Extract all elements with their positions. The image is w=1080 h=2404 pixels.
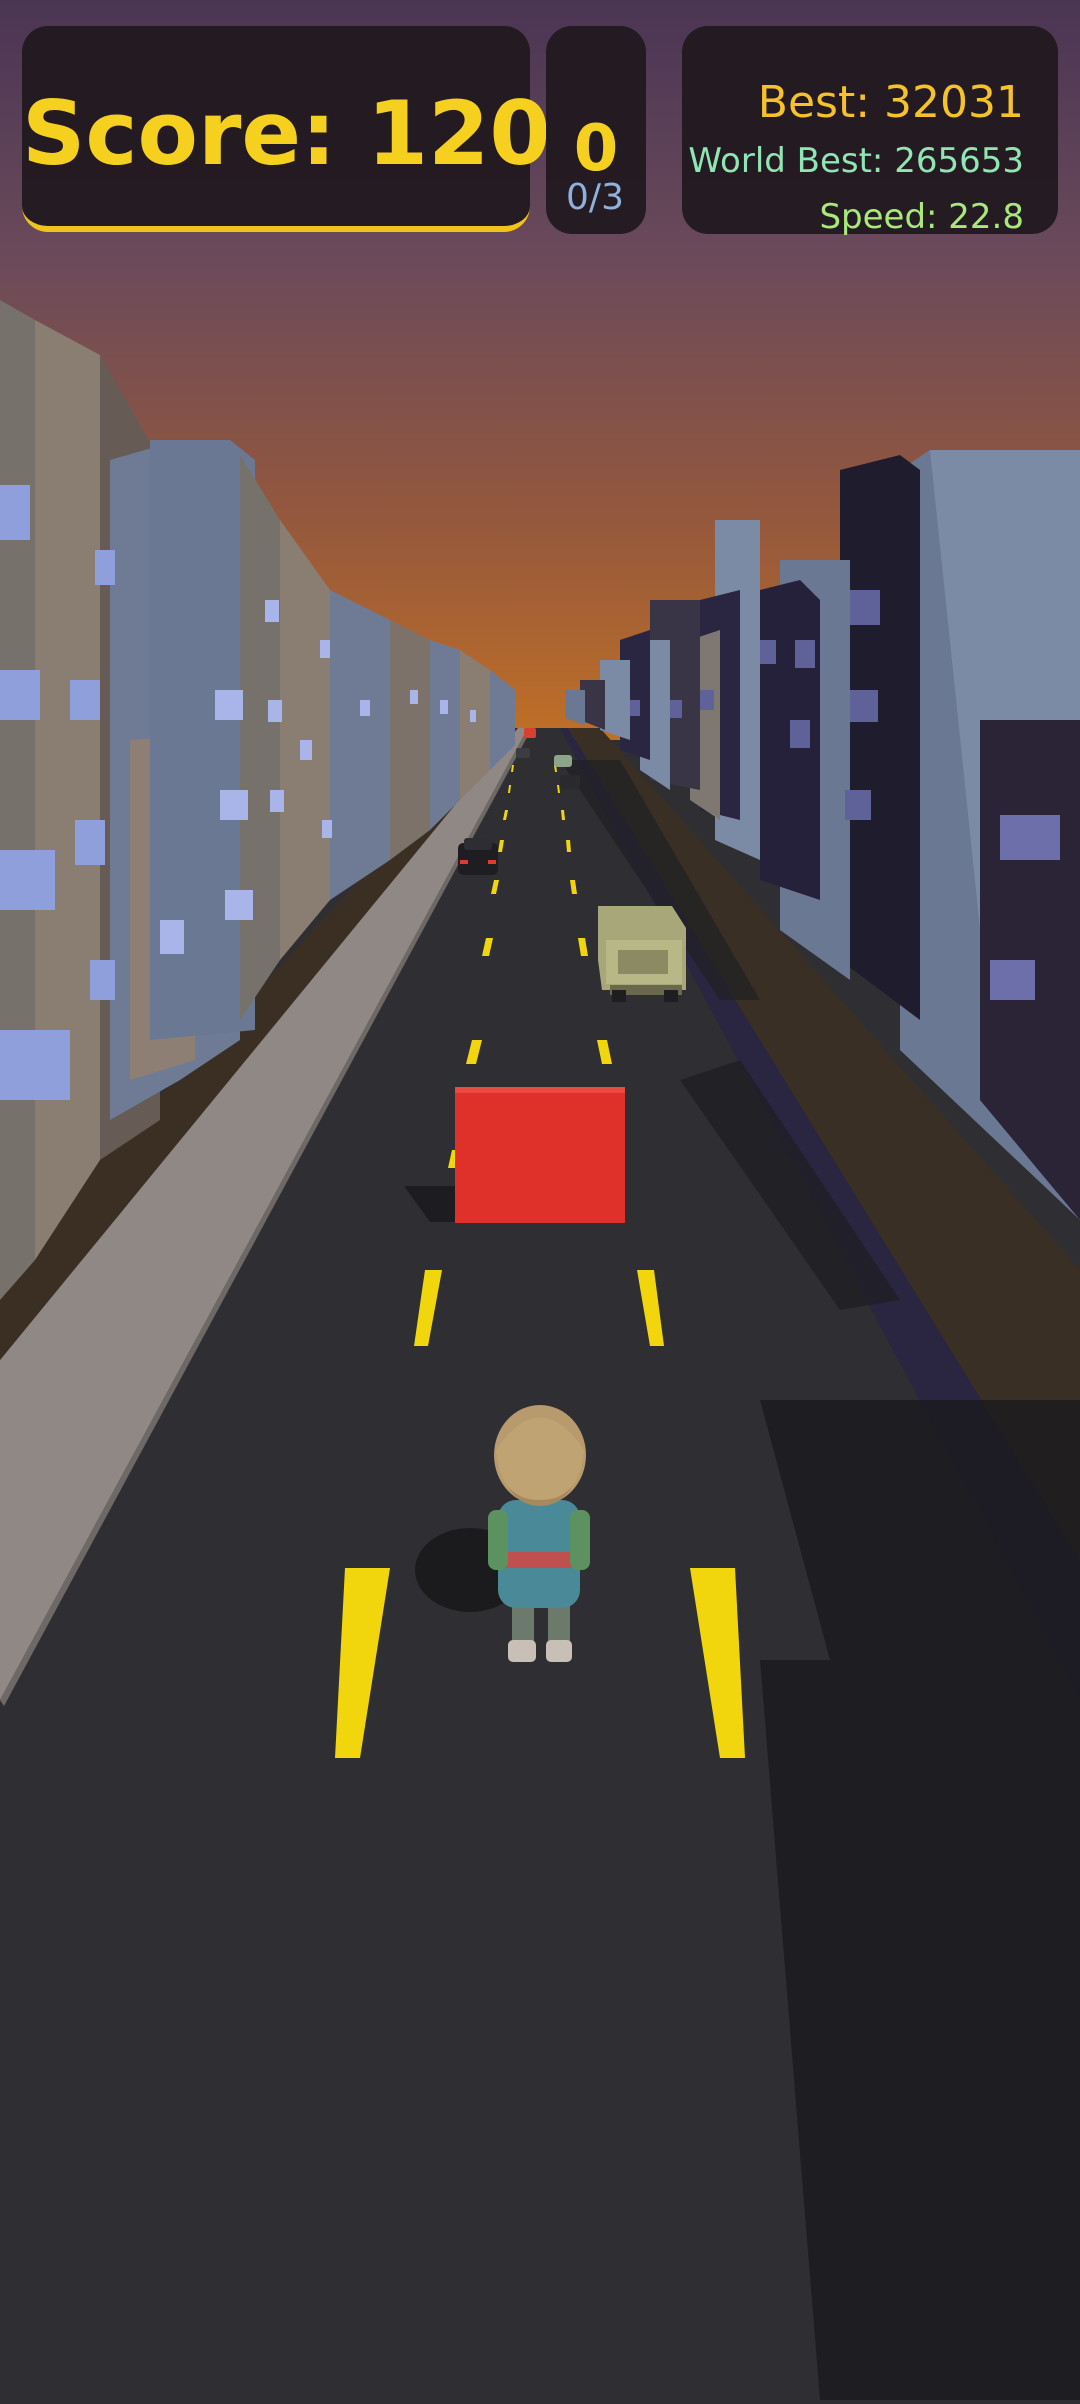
building-shadow xyxy=(760,1400,1080,2400)
stats-panel: Best: 32031 World Best: 265653 Speed: 22… xyxy=(682,26,1058,237)
car-black xyxy=(458,838,498,875)
coin-count: 0 xyxy=(573,112,619,186)
score-panel: Score: 120 xyxy=(22,26,551,232)
scene-background xyxy=(0,0,1080,2400)
world-best-text: World Best: 265653 xyxy=(688,141,1024,181)
speed-text: Speed: 22.8 xyxy=(819,197,1024,237)
obstacle-red-block xyxy=(455,1087,625,1223)
game-scene[interactable]: Score: 120 0 0/3 Best: 32031 World Best:… xyxy=(0,0,1080,2400)
best-score-text: Best: 32031 xyxy=(757,77,1024,128)
truck xyxy=(598,906,686,1002)
coin-progress-text: 0/3 xyxy=(566,177,624,218)
score-text: Score: 120 xyxy=(22,82,551,185)
obstacle-red-block-top xyxy=(455,1087,625,1093)
